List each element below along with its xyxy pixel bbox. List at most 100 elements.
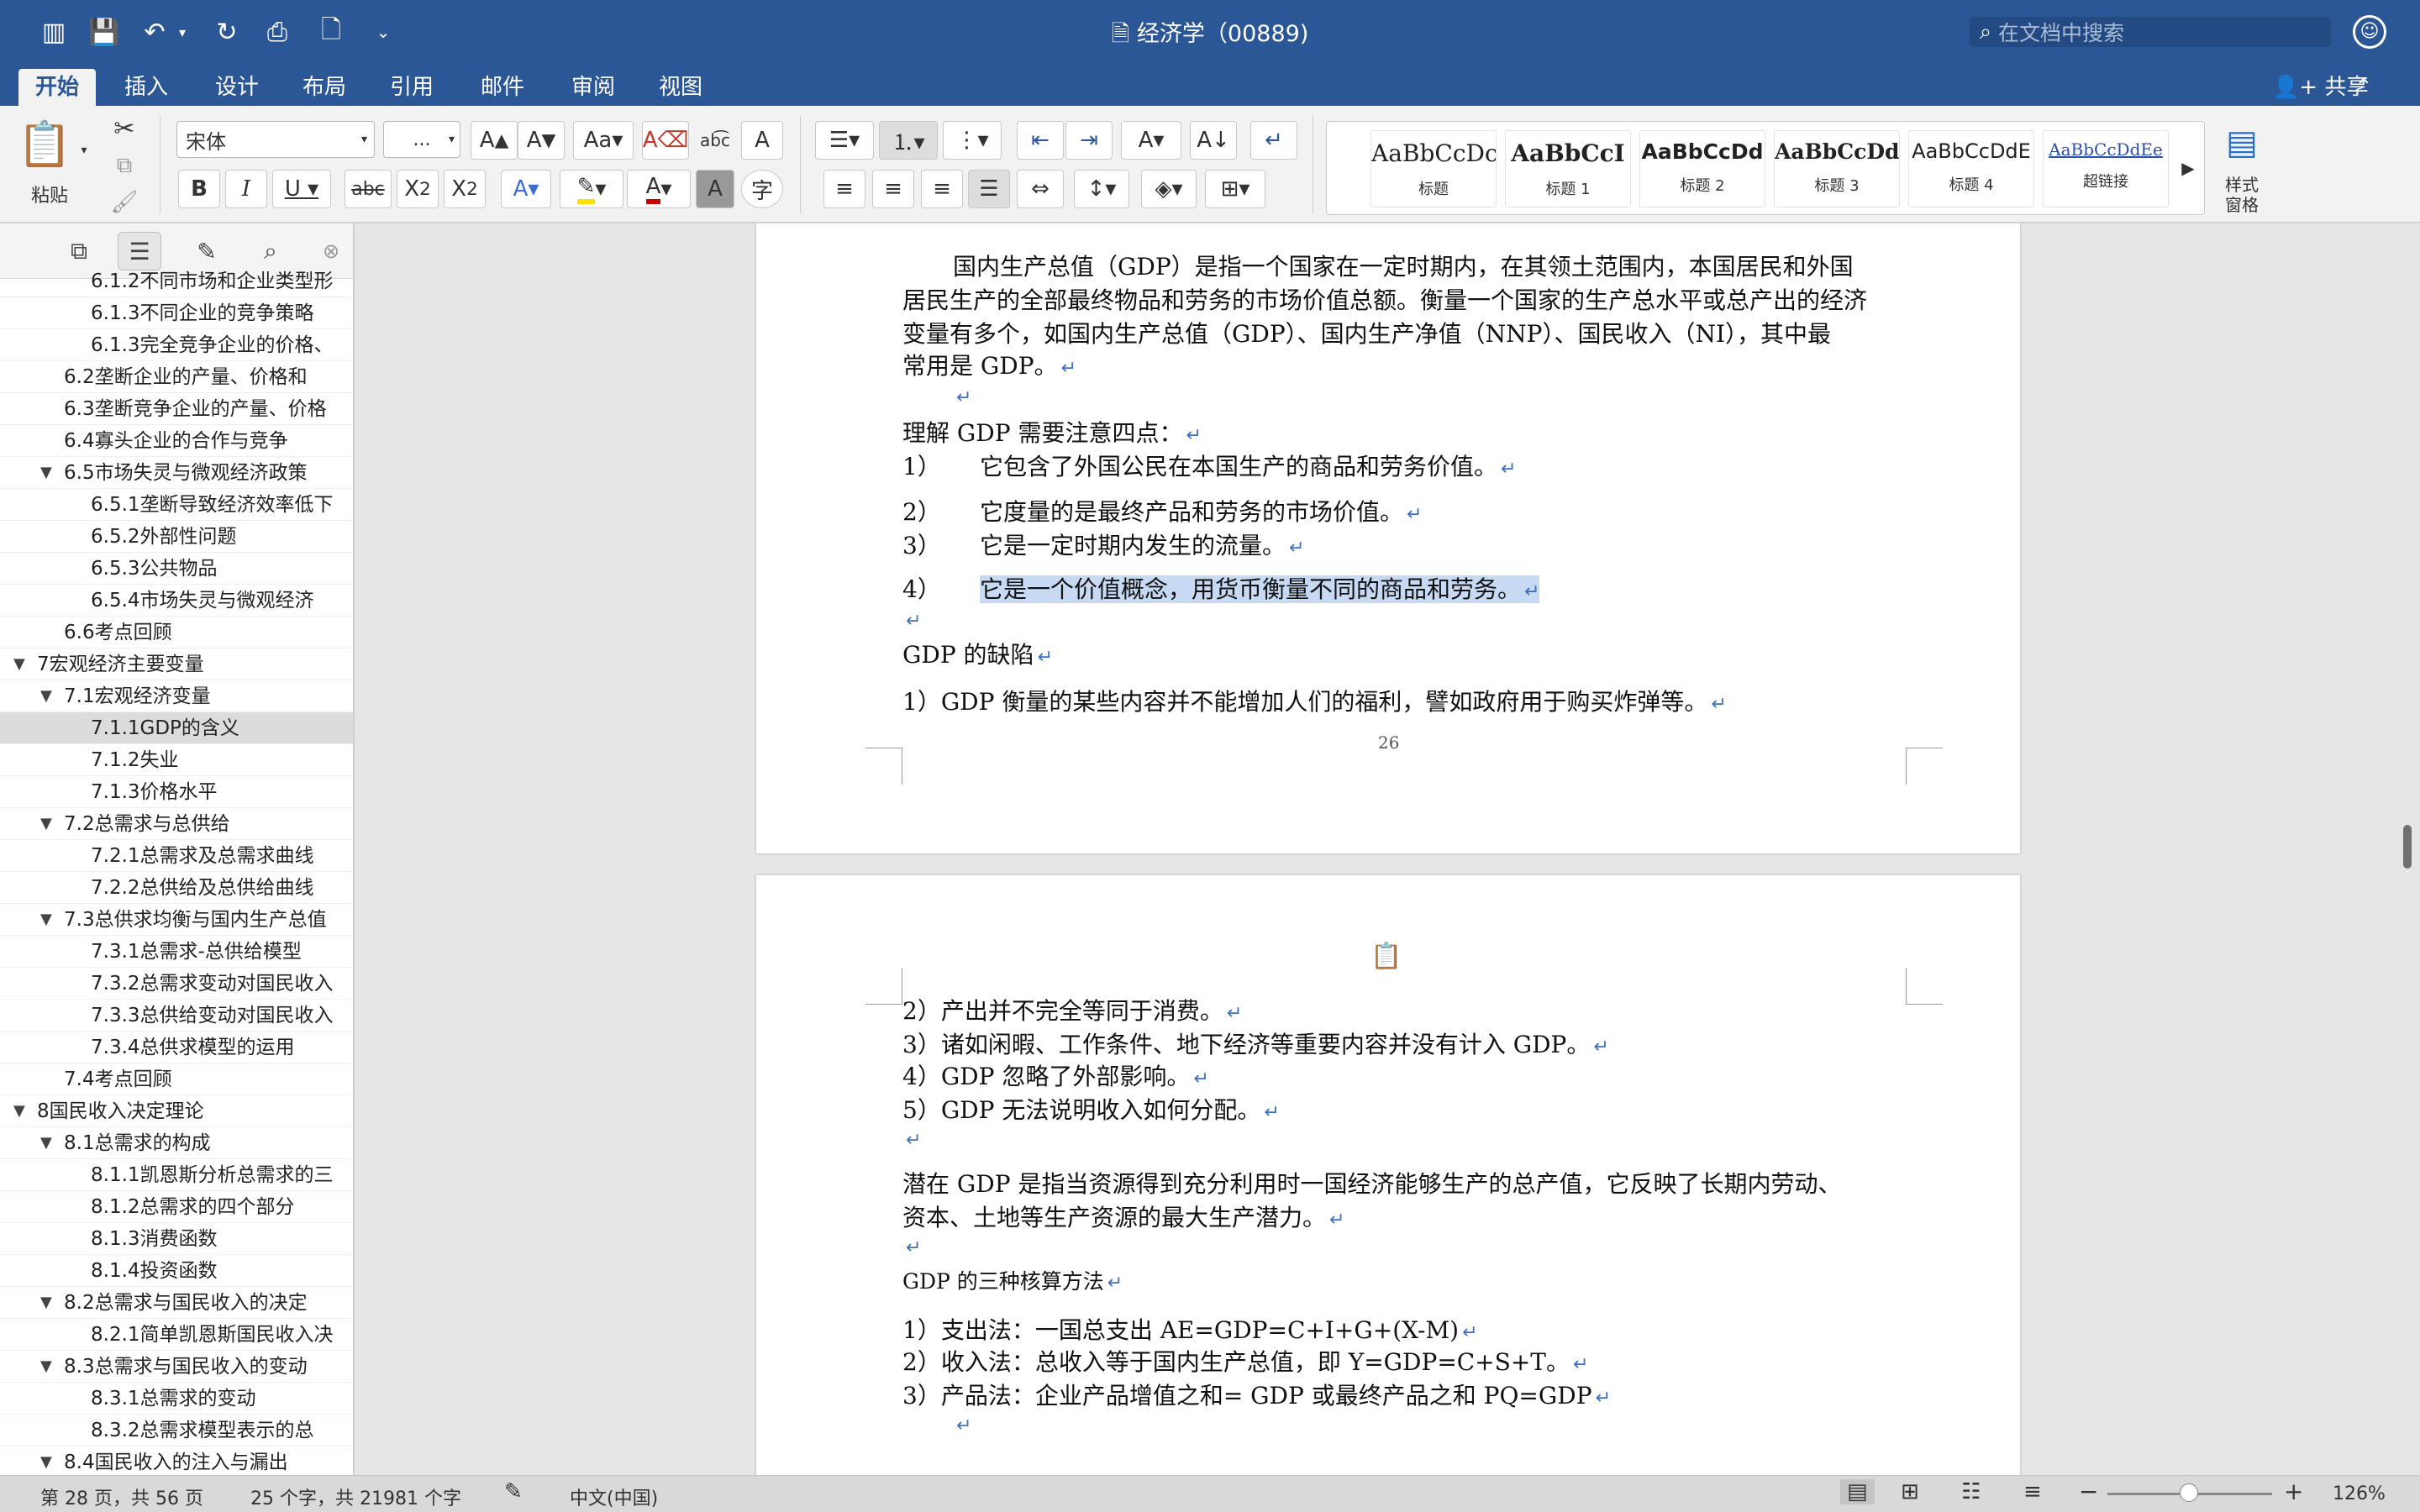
gallery-scroll-right-icon[interactable]: ▶ bbox=[2175, 149, 2201, 187]
format-painter-icon[interactable]: 🖌 bbox=[106, 183, 143, 222]
tab-mailings[interactable]: 邮件 bbox=[464, 69, 541, 106]
nav-outline-item[interactable]: 6.1.2不同市场和企业类型形 bbox=[0, 265, 353, 297]
styles-pane-icon[interactable]: ▤ bbox=[2218, 118, 2265, 168]
nav-outline-item[interactable]: 6.5.4市场失灵与微观经济 bbox=[0, 585, 353, 617]
tab-review[interactable]: 审阅 bbox=[555, 69, 632, 106]
nav-outline-item[interactable]: ▼ 7宏观经济主要变量 bbox=[0, 648, 353, 680]
font-name-select[interactable]: 宋体 ▾ bbox=[176, 121, 375, 158]
nav-outline-item[interactable]: 7.3.1总需求-总供给模型 bbox=[0, 936, 353, 968]
nav-outline-item[interactable]: 6.5.2外部性问题 bbox=[0, 521, 353, 553]
align-left-icon[interactable]: ≡ bbox=[823, 170, 865, 208]
zoom-in-icon[interactable]: + bbox=[2284, 1478, 2303, 1505]
web-layout-view-icon[interactable]: ⊞ bbox=[1901, 1479, 1919, 1504]
nav-outline-item[interactable]: 6.6考点回顾 bbox=[0, 617, 353, 648]
character-border-icon[interactable]: A bbox=[741, 121, 783, 160]
page-count[interactable]: 第 28 页，共 56 页 bbox=[40, 1483, 203, 1510]
nav-outline-item[interactable]: ▼ 8.3总需求与国民收入的变动 bbox=[0, 1351, 353, 1383]
expand-triangle-icon[interactable]: ▼ bbox=[40, 1446, 52, 1475]
align-center-icon[interactable]: ≡ bbox=[872, 170, 914, 208]
nav-outline-item[interactable]: 6.1.3不同企业的竞争策略 bbox=[0, 297, 353, 329]
proofing-icon[interactable]: ✎ bbox=[504, 1479, 523, 1504]
nav-outline-item[interactable]: 7.1.1GDP的含义 bbox=[0, 712, 353, 744]
nav-outline-item[interactable]: 6.1.3完全竞争企业的价格、 bbox=[0, 329, 353, 361]
zoom-level[interactable]: 126% bbox=[2333, 1483, 2386, 1504]
nav-outline-item[interactable]: 7.3.3总供给变动对国民收入 bbox=[0, 1000, 353, 1032]
expand-triangle-icon[interactable]: ▼ bbox=[13, 1095, 25, 1126]
line-spacing-icon[interactable]: ↕▾ bbox=[1074, 170, 1129, 208]
shrink-font-icon[interactable]: A ▼ bbox=[518, 121, 565, 160]
nav-outline-item[interactable]: 7.2.1总需求及总需求曲线 bbox=[0, 840, 353, 872]
style-card-heading-1[interactable]: AaBbCcI 标题 1 bbox=[1505, 130, 1631, 207]
bold-button[interactable]: B bbox=[178, 170, 220, 208]
copy-icon[interactable]: ⧉ bbox=[106, 146, 143, 185]
justify-icon[interactable]: ☰ bbox=[968, 170, 1010, 208]
nav-outline-item[interactable]: 6.4寡头企业的合作与竞争 bbox=[0, 425, 353, 457]
nav-outline-item[interactable]: ▼ 7.3总供求均衡与国内生产总值 bbox=[0, 904, 353, 936]
text-effects-icon[interactable]: A▾ bbox=[501, 170, 551, 208]
expand-triangle-icon[interactable]: ▼ bbox=[40, 457, 52, 488]
align-right-icon[interactable]: ≡ bbox=[921, 170, 963, 208]
nav-outline-item[interactable]: ▼ 7.2总需求与总供给 bbox=[0, 808, 353, 840]
grow-font-icon[interactable]: A ▲ bbox=[471, 121, 518, 160]
paste-options-icon[interactable]: 📋 bbox=[1370, 939, 1403, 973]
zoom-out-icon[interactable]: − bbox=[2079, 1478, 2098, 1505]
font-color-icon[interactable]: A ▾ bbox=[627, 170, 691, 208]
style-card-heading-4[interactable]: AaBbCcDdE 标题 4 bbox=[1908, 130, 2034, 207]
word-count[interactable]: 25 个字，共 21981 个字 bbox=[250, 1483, 461, 1510]
nav-outline-item[interactable]: 7.3.4总供求模型的运用 bbox=[0, 1032, 353, 1063]
tab-references[interactable]: 引用 bbox=[373, 69, 450, 106]
expand-triangle-icon[interactable]: ▼ bbox=[40, 680, 52, 711]
tab-home[interactable]: 开始 bbox=[18, 69, 97, 106]
expand-triangle-icon[interactable]: ▼ bbox=[13, 648, 25, 680]
enclose-characters-icon[interactable]: 字 bbox=[741, 170, 783, 208]
nav-outline-item[interactable]: ▼ 8.4国民收入的注入与漏出 bbox=[0, 1446, 353, 1475]
expand-triangle-icon[interactable]: ▼ bbox=[40, 1287, 52, 1318]
numbering-icon[interactable]: ⒈▾ bbox=[879, 121, 938, 160]
tab-insert[interactable]: 插入 bbox=[108, 69, 185, 106]
nav-outline-item[interactable]: 8.1.2总需求的四个部分 bbox=[0, 1191, 353, 1223]
nav-outline-item[interactable]: ▼ 6.5市场失灵与微观经济政策 bbox=[0, 457, 353, 489]
strikethrough-button[interactable]: abc bbox=[345, 170, 392, 208]
nav-outline-item[interactable]: 6.2垄断企业的产量、价格和 bbox=[0, 361, 353, 393]
bullets-icon[interactable]: ☰▾ bbox=[815, 121, 874, 160]
borders-icon[interactable]: ⊞▾ bbox=[1205, 170, 1265, 208]
nav-outline-item[interactable]: 6.5.1垄断导致经济效率低下 bbox=[0, 489, 353, 521]
style-card-hyperlink[interactable]: AaBbCcDdEe 超链接 bbox=[2043, 130, 2169, 207]
nav-outline-item[interactable]: 8.2.1简单凯恩斯国民收入决 bbox=[0, 1319, 353, 1351]
increase-indent-icon[interactable]: ⇥ bbox=[1065, 121, 1113, 160]
paste-dropdown-icon[interactable]: ▾ bbox=[74, 131, 94, 170]
feedback-smiley-icon[interactable]: ☺ bbox=[2353, 15, 2386, 49]
asian-layout-icon[interactable]: A▾ bbox=[1121, 121, 1181, 160]
nav-outline-item[interactable]: ▼ 8国民收入决定理论 bbox=[0, 1095, 353, 1127]
underline-button[interactable]: U ▾ bbox=[272, 170, 331, 208]
nav-outline-item[interactable]: 6.3垄断竞争企业的产量、价格 bbox=[0, 393, 353, 425]
collapse-ribbon-icon[interactable]: ⌃ bbox=[2354, 69, 2373, 106]
tab-view[interactable]: 视图 bbox=[642, 69, 719, 106]
paste-icon[interactable]: 📋 bbox=[15, 114, 74, 173]
draft-view-icon[interactable]: ≡ bbox=[2023, 1479, 2042, 1504]
nav-outline-item[interactable]: 7.1.3价格水平 bbox=[0, 776, 353, 808]
subscript-button[interactable]: X2 bbox=[397, 170, 439, 208]
nav-outline-item[interactable]: 7.4考点回顾 bbox=[0, 1063, 353, 1095]
nav-outline-item[interactable]: 7.3.2总需求变动对国民收入 bbox=[0, 968, 353, 1000]
superscript-button[interactable]: X2 bbox=[444, 170, 486, 208]
sort-icon[interactable]: A↓ bbox=[1190, 121, 1237, 160]
phonetic-guide-icon[interactable]: ab͡c bbox=[694, 121, 736, 160]
change-case-icon[interactable]: Aa▾ bbox=[573, 121, 634, 160]
tab-layout[interactable]: 布局 bbox=[286, 69, 363, 106]
nav-outline-item[interactable]: 8.3.1总需求的变动 bbox=[0, 1383, 353, 1415]
style-card-heading-2[interactable]: AaBbCcDd 标题 2 bbox=[1639, 130, 1765, 207]
nav-outline-item[interactable]: 8.1.3消费函数 bbox=[0, 1223, 353, 1255]
nav-outline-item[interactable]: 8.1.4投资函数 bbox=[0, 1255, 353, 1287]
print-layout-view-icon[interactable]: ▤ bbox=[1840, 1479, 1875, 1504]
nav-outline-item[interactable]: ▼ 8.1总需求的构成 bbox=[0, 1127, 353, 1159]
shading-icon[interactable]: ◈▾ bbox=[1141, 170, 1197, 208]
expand-triangle-icon[interactable]: ▼ bbox=[40, 1351, 52, 1382]
clear-formatting-icon[interactable]: A⌫ bbox=[642, 121, 689, 160]
zoom-slider-handle[interactable] bbox=[2180, 1483, 2198, 1502]
expand-triangle-icon[interactable]: ▼ bbox=[40, 808, 52, 839]
outline-view-icon[interactable]: ☷ bbox=[1961, 1479, 1981, 1504]
nav-outline-item[interactable]: 7.1.2失业 bbox=[0, 744, 353, 776]
nav-outline-item[interactable]: 7.2.2总供给及总供给曲线 bbox=[0, 872, 353, 904]
nav-outline-item[interactable]: 8.3.2总需求模型表示的总 bbox=[0, 1415, 353, 1446]
